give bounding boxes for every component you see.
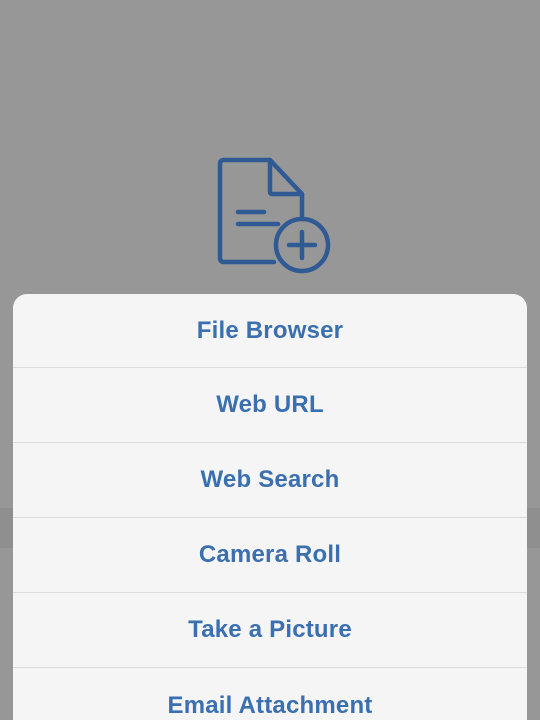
document-add-icon (217, 157, 331, 274)
import-action-sheet: File Browser Web URL Web Search Camera R… (13, 294, 527, 720)
action-email-attachment[interactable]: Email Attachment (13, 668, 527, 720)
action-label: Web Search (200, 466, 340, 493)
action-take-a-picture[interactable]: Take a Picture (13, 593, 527, 668)
action-file-browser[interactable]: File Browser (13, 294, 527, 368)
action-label: File Browser (196, 316, 344, 344)
action-label: Web URL (216, 391, 324, 418)
action-web-search[interactable]: Web Search (13, 443, 527, 518)
action-label: Take a Picture (188, 616, 352, 643)
action-camera-roll[interactable]: Camera Roll (13, 518, 527, 593)
action-web-url[interactable]: Web URL (13, 368, 527, 443)
action-label: Email Attachment (167, 691, 373, 719)
action-label: Camera Roll (198, 541, 342, 568)
